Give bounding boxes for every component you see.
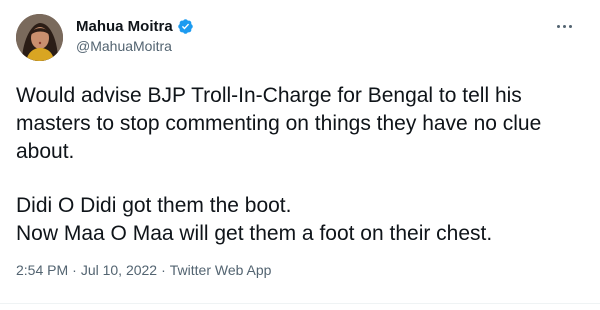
author-name[interactable]: Mahua Moitra bbox=[76, 18, 173, 35]
meta-separator: · bbox=[72, 262, 77, 278]
tweet-meta: 2:54 PM · Jul 10, 2022 · Twitter Web App bbox=[16, 262, 271, 278]
tweet-line-2: Didi O Didi got them the boot. bbox=[16, 194, 292, 217]
more-horizontal-icon bbox=[556, 24, 560, 28]
tweet-text: Would advise BJP Troll-In-Charge for Ben… bbox=[16, 82, 584, 248]
more-horizontal-icon-dot bbox=[568, 24, 572, 28]
more-horizontal-icon-dot bbox=[562, 24, 566, 28]
author-handle[interactable]: @MahuaMoitra bbox=[76, 38, 172, 54]
tweet-line-3: Now Maa O Maa will get them a foot on th… bbox=[16, 222, 493, 245]
tweet-card[interactable]: Mahua Moitra @MahuaMoitra Would advise B… bbox=[0, 0, 600, 310]
meta-separator: · bbox=[161, 262, 166, 278]
tweet-date[interactable]: Jul 10, 2022 bbox=[81, 262, 157, 278]
profile-photo-icon bbox=[16, 14, 63, 61]
tweet-time[interactable]: 2:54 PM bbox=[16, 262, 68, 278]
tweet-paragraph-1: Would advise BJP Troll-In-Charge for Ben… bbox=[16, 84, 542, 163]
avatar[interactable] bbox=[16, 14, 63, 61]
author-name-row: Mahua Moitra bbox=[76, 18, 194, 35]
more-options-button[interactable] bbox=[550, 16, 578, 36]
tweet-source[interactable]: Twitter Web App bbox=[170, 262, 272, 278]
verified-badge-icon bbox=[177, 18, 194, 35]
divider bbox=[0, 303, 600, 304]
